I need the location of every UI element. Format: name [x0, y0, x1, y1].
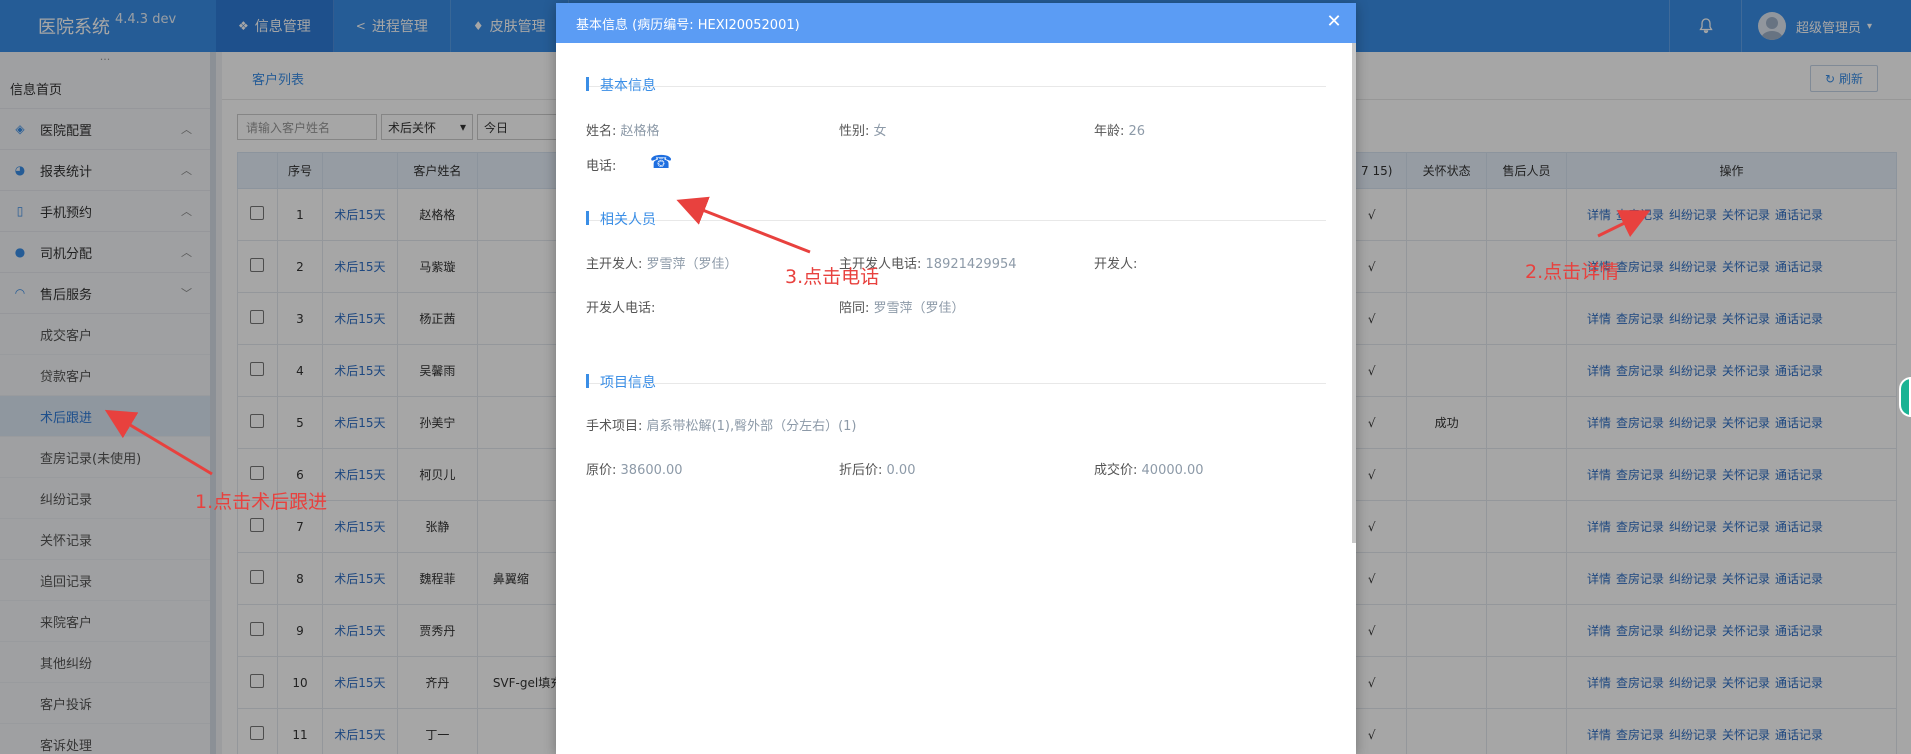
surgery-field: 手术项目: 肩系带松解(1),臀外部（分左右）(1) — [586, 419, 857, 434]
section-title: 相关人员 — [600, 212, 656, 228]
annotation-step2: 2.点击详情 — [1525, 261, 1620, 283]
gender-field: 性别: 女 — [839, 124, 887, 139]
basic-info-row-1: 姓名: 赵格格 性别: 女 年龄: 26 — [586, 120, 1326, 140]
section-bar — [586, 211, 589, 225]
modal-title: 基本信息 (病历编号: HEXI20052001) — [576, 17, 800, 33]
developer-field: 开发人: — [1094, 257, 1138, 272]
related-row-1: 主开发人: 罗雪萍（罗佳） 主开发人电话: 18921429954 开发人: — [586, 253, 1326, 273]
section-title: 项目信息 — [600, 375, 656, 391]
section-bar — [586, 374, 589, 388]
related-row-2: 开发人电话: 陪同: 罗雪萍（罗佳） — [586, 297, 1326, 317]
section-title: 基本信息 — [600, 78, 656, 94]
annotation-step1: 1.点击术后跟进 — [195, 491, 328, 513]
modal-body: 基本信息 姓名: 赵格格 性别: 女 年龄: 26 电话: ☎ 相关人员 主开发… — [586, 43, 1326, 754]
modal-scrollbar[interactable] — [1352, 43, 1356, 543]
floating-widget[interactable] — [1899, 377, 1911, 417]
age-field: 年龄: 26 — [1094, 124, 1146, 139]
companion-field: 陪同: 罗雪萍（罗佳） — [839, 301, 965, 316]
name-field: 姓名: 赵格格 — [586, 124, 660, 139]
annotation-step3: 3.点击电话 — [785, 266, 880, 288]
section-bar — [586, 77, 589, 91]
original-price-field: 原价: 38600.00 — [586, 463, 683, 478]
project-row-1: 手术项目: 肩系带松解(1),臀外部（分左右）(1) — [586, 415, 1326, 435]
deal-price-field: 成交价: 40000.00 — [1094, 463, 1204, 478]
section-related-people: 相关人员 — [586, 177, 1326, 228]
basic-info-row-2: 电话: ☎ — [586, 152, 1326, 175]
main-developer-field: 主开发人: 罗雪萍（罗佳） — [586, 257, 738, 272]
phone-icon[interactable]: ☎ — [650, 152, 672, 173]
discount-price-field: 折后价: 0.00 — [839, 463, 916, 478]
developer-phone-field: 开发人电话: — [586, 301, 656, 316]
modal-header: 基本信息 (病历编号: HEXI20052001) ✕ — [556, 3, 1356, 43]
project-row-2: 原价: 38600.00 折后价: 0.00 成交价: 40000.00 — [586, 459, 1326, 479]
patient-info-modal: 基本信息 (病历编号: HEXI20052001) ✕ 基本信息 姓名: 赵格格… — [556, 3, 1356, 754]
close-icon[interactable]: ✕ — [1324, 12, 1344, 32]
section-basic-info: 基本信息 — [586, 43, 1326, 94]
section-project-info: 项目信息 — [586, 340, 1326, 391]
phone-field: 电话: — [586, 159, 617, 174]
